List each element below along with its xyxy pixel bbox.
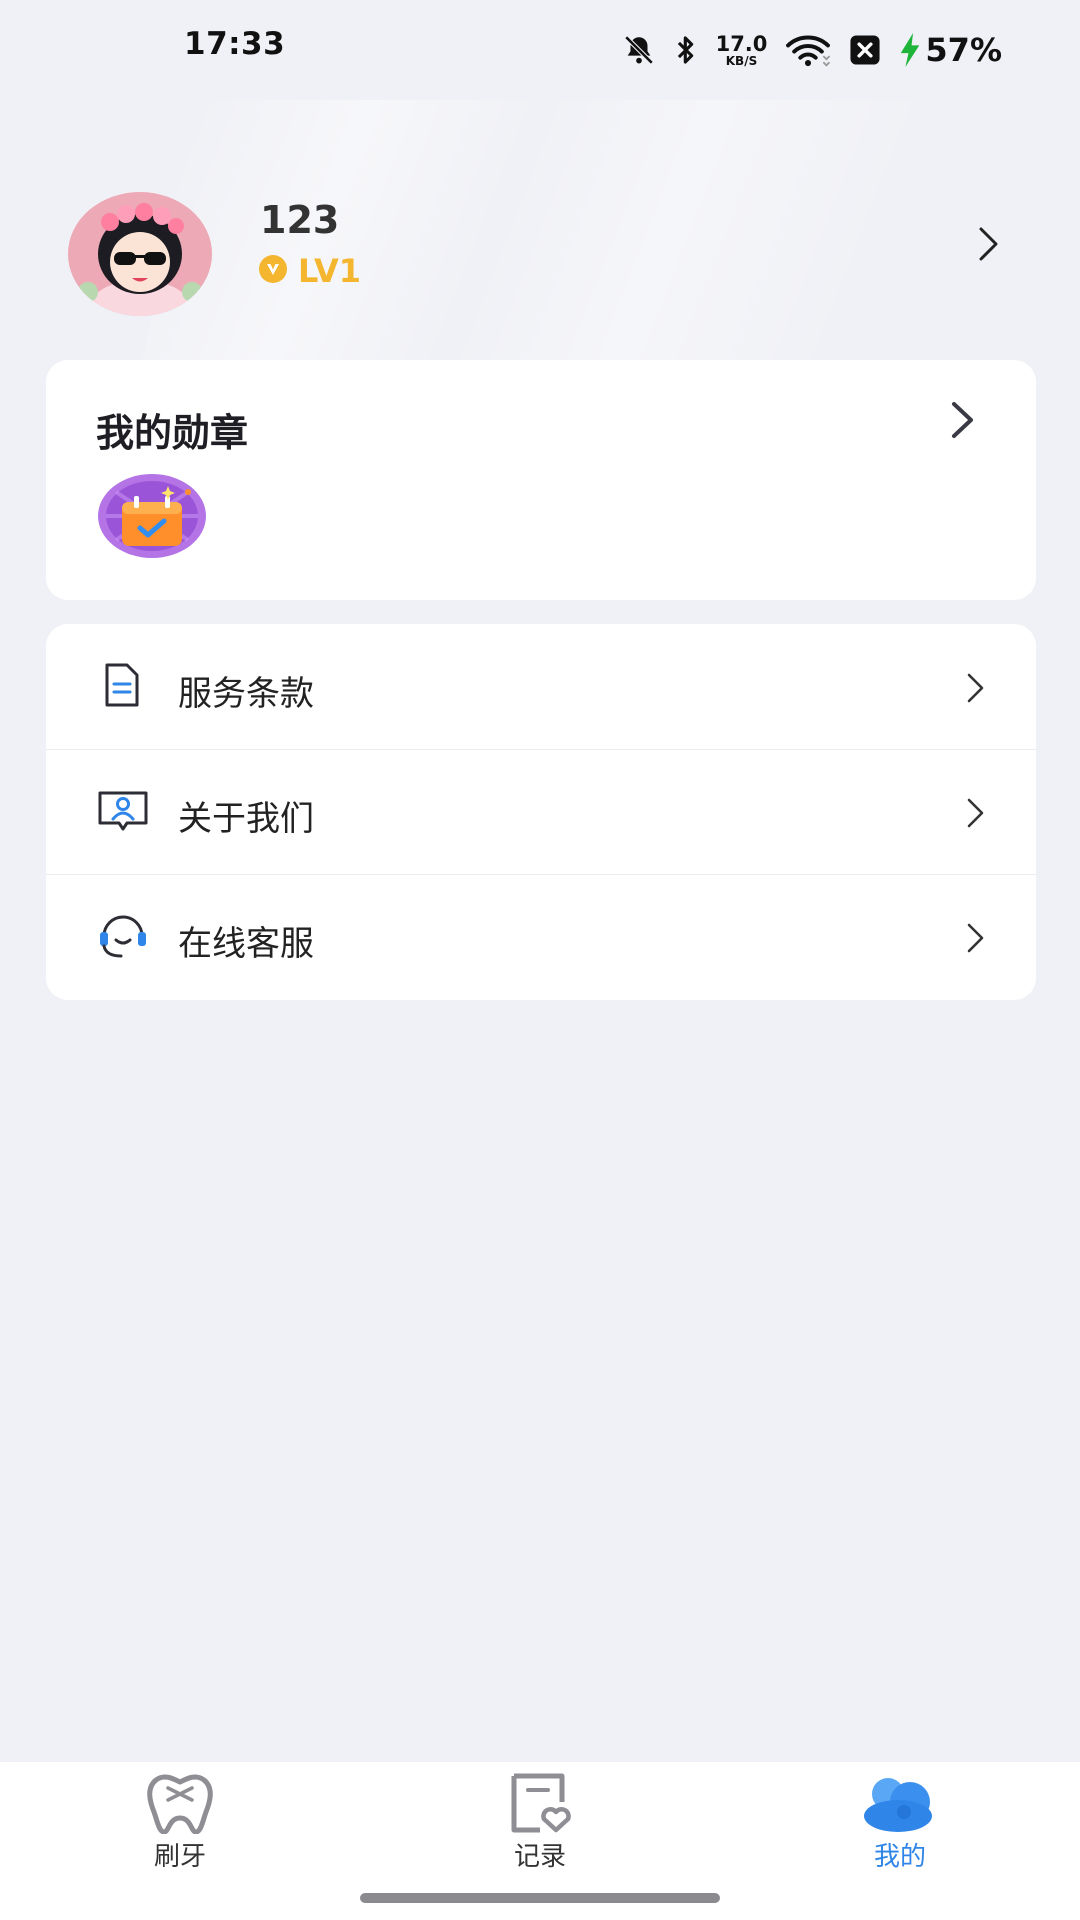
wifi-icon <box>785 33 831 67</box>
nav-label: 刷牙 <box>153 1842 206 1872</box>
chevron-right-icon[interactable] <box>948 398 978 446</box>
net-speed-unit: KB/S <box>725 53 758 68</box>
avatar[interactable] <box>68 192 212 316</box>
bluetooth-icon <box>674 33 698 67</box>
headset-icon <box>96 910 150 964</box>
net-speed: 17.0 KB/S <box>715 31 768 68</box>
record-icon <box>450 1772 630 1834</box>
divider <box>46 749 1036 750</box>
tooth-icon <box>90 1772 270 1834</box>
medals-title: 我的勋章 <box>96 411 249 455</box>
medal-badge-icon[interactable] <box>96 472 208 564</box>
profile-header[interactable]: 123 LV1 <box>0 180 1080 320</box>
level-badge: LV1 <box>258 252 361 290</box>
menu-item-terms[interactable]: 服务条款 <box>46 624 1036 749</box>
menu-item-label: 在线客服 <box>178 924 314 964</box>
divider <box>46 874 1036 875</box>
level-icon <box>258 254 288 288</box>
charging-icon <box>899 33 921 67</box>
chevron-right-icon[interactable] <box>976 224 1002 268</box>
level-text: LV1 <box>298 252 362 290</box>
net-speed-value: 17.0 <box>715 31 768 56</box>
status-icons: 17.0 KB/S 57% <box>622 28 1002 72</box>
battery: 57% <box>899 31 1002 69</box>
chevron-right-icon <box>964 920 988 960</box>
nav-item-mine[interactable]: 我的 <box>810 1772 990 1873</box>
username: 123 <box>260 198 340 242</box>
mute-bell-icon <box>622 33 656 67</box>
about-us-icon <box>96 785 150 839</box>
status-bar: 17:33 17.0 KB/S 57% <box>0 0 1080 100</box>
home-indicator[interactable] <box>360 1893 720 1903</box>
menu-item-online-service[interactable]: 在线客服 <box>46 874 1036 999</box>
menu-item-label: 关于我们 <box>178 799 314 839</box>
menu-card: 服务条款 关于我们 在线客服 <box>46 624 1036 1000</box>
status-time: 17:33 <box>184 26 286 62</box>
menu-item-about-us[interactable]: 关于我们 <box>46 749 1036 874</box>
nav-label: 我的 <box>873 1842 926 1872</box>
profile-cloud-icon <box>810 1772 990 1834</box>
battery-percent: 57% <box>925 31 1002 69</box>
document-icon <box>96 660 146 714</box>
nav-item-brush[interactable]: 刷牙 <box>90 1772 270 1873</box>
sim-icon <box>849 33 881 67</box>
nav-label: 记录 <box>513 1842 566 1872</box>
menu-item-label: 服务条款 <box>178 674 314 714</box>
chevron-right-icon <box>964 795 988 835</box>
chevron-right-icon <box>964 670 988 710</box>
medals-card[interactable]: 我的勋章 <box>46 360 1036 600</box>
nav-item-records[interactable]: 记录 <box>450 1772 630 1873</box>
